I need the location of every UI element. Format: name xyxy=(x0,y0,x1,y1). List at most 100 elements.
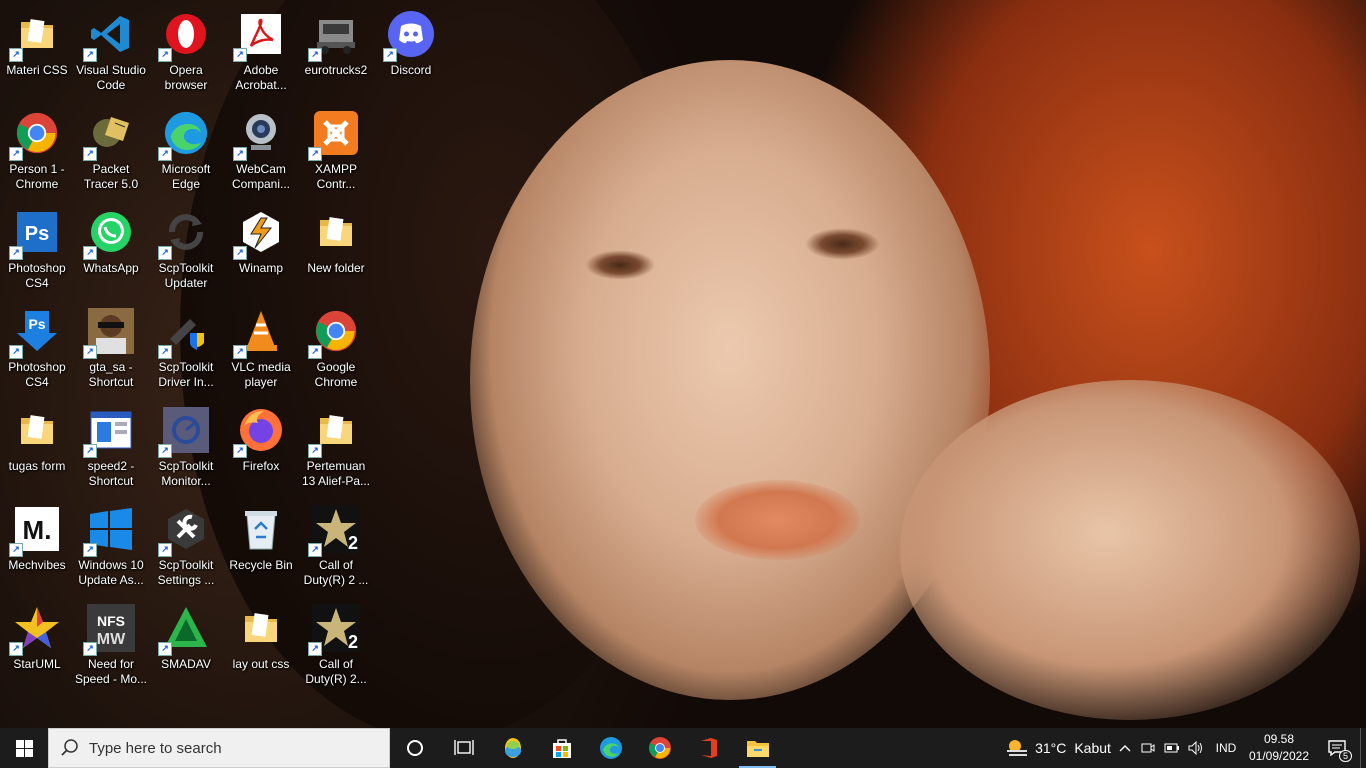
desktop-icon-adobe-acrobat[interactable]: ↗ Adobe Acrobat... xyxy=(224,4,298,100)
desktop-icon-label: ScpToolkit Driver In... xyxy=(158,360,214,389)
desktop-icon-call-of-duty-r-2[interactable]: 2 ↗ Call of Duty(R) 2... xyxy=(299,598,373,694)
smadav-icon: ↗ xyxy=(158,604,210,656)
desktop-icon-firefox[interactable]: ↗ Firefox xyxy=(224,400,298,496)
svg-text:2: 2 xyxy=(348,632,358,652)
desktop-icon-call-of-duty-r-2[interactable]: 2 ↗ Call of Duty(R) 2 ... xyxy=(299,499,373,595)
desktop-icon-label: speed2 - Shortcut xyxy=(87,459,135,488)
desktop-icon-pertemuan-13-alief-pa[interactable]: ↗ Pertemuan 13 Alief-Pa... xyxy=(299,400,373,496)
taskbar-paint[interactable] xyxy=(488,728,537,768)
taskbar-store[interactable] xyxy=(537,728,586,768)
task-view-button[interactable] xyxy=(439,728,488,768)
svg-text:MW: MW xyxy=(97,631,126,648)
taskbar-file-explorer[interactable] xyxy=(733,728,782,768)
cortana-icon xyxy=(406,740,423,756)
desktop-icon-xampp-contr[interactable]: ↗ XAMPP Contr... xyxy=(299,103,373,199)
desktop-icon-label: Recycle Bin xyxy=(229,558,293,572)
system-clock[interactable]: 09.58 01/09/2022 xyxy=(1244,728,1314,768)
opera-icon: ↗ xyxy=(158,10,210,62)
desktop-icon-materi-css[interactable]: ↗ Materi CSS xyxy=(0,4,74,100)
weather-widget[interactable]: 31°C Kabut xyxy=(1002,728,1114,768)
cortana-button[interactable] xyxy=(390,728,439,768)
desktop-icon-scptoolkit-settings[interactable]: ↗ ScpToolkit Settings ... xyxy=(149,499,223,595)
desktop-icon-speed2-shortcut[interactable]: ↗ speed2 - Shortcut xyxy=(74,400,148,496)
start-button[interactable] xyxy=(0,728,48,768)
desktop-icon-microsoft-edge[interactable]: ↗ Microsoft Edge xyxy=(149,103,223,199)
shortcut-arrow-icon: ↗ xyxy=(308,444,322,458)
desktop-icon-scptoolkit-monitor[interactable]: ↗ ScpToolkit Monitor... xyxy=(149,400,223,496)
desktop-icon-tugas-form[interactable]: tugas form xyxy=(0,400,74,496)
shortcut-arrow-icon: ↗ xyxy=(83,543,97,557)
discord-icon: ↗ xyxy=(383,10,435,62)
desktop-icon-mechvibes[interactable]: M. ↗ Mechvibes xyxy=(0,499,74,595)
action-center-button[interactable]: 5 xyxy=(1314,728,1360,768)
meet-now-icon xyxy=(1141,743,1155,753)
desktop-icon-opera-browser[interactable]: ↗ Opera browser xyxy=(149,4,223,100)
battery-icon xyxy=(1164,743,1179,753)
shortcut-arrow-icon: ↗ xyxy=(158,48,172,62)
show-desktop-button[interactable] xyxy=(1360,728,1366,768)
desktop-icon-visual-studio-code[interactable]: ↗ Visual Studio Code xyxy=(74,4,148,100)
desktop-icon-label: Adobe Acrobat... xyxy=(235,63,287,92)
desktop-icon-photoshop-cs4[interactable]: Ps ↗ Photoshop CS4 xyxy=(0,202,74,298)
tray-meet-now[interactable] xyxy=(1136,728,1160,768)
shortcut-arrow-icon: ↗ xyxy=(158,444,172,458)
shortcut-arrow-icon: ↗ xyxy=(83,444,97,458)
taskbar-edge[interactable] xyxy=(586,728,635,768)
tray-battery[interactable] xyxy=(1160,728,1184,768)
desktop-icon-google-chrome[interactable]: ↗ Google Chrome xyxy=(299,301,373,397)
vlc-icon: ↗ xyxy=(233,307,285,359)
cod-icon: 2 ↗ xyxy=(308,505,360,557)
task-view-icon xyxy=(453,740,474,755)
desktop-icon-winamp[interactable]: ↗ Winamp xyxy=(224,202,298,298)
shortcut-arrow-icon: ↗ xyxy=(233,48,247,62)
desktop-icon-recycle-bin[interactable]: Recycle Bin xyxy=(224,499,298,595)
svg-text:Ps: Ps xyxy=(28,316,45,332)
desktop-icon-webcam-compani[interactable]: ↗ WebCam Compani... xyxy=(224,103,298,199)
usb-shield-icon: ↗ xyxy=(158,307,210,359)
desktop-icon-label: eurotrucks2 xyxy=(304,63,368,77)
taskbar-chrome[interactable] xyxy=(635,728,684,768)
desktop-icon-staruml[interactable]: ↗ StarUML xyxy=(0,598,74,694)
tray-volume[interactable] xyxy=(1184,728,1208,768)
language-indicator[interactable]: IND xyxy=(1208,728,1244,768)
desktop-icon-label: Opera browser xyxy=(164,63,208,92)
desktop-icon-need-for-speed-mo[interactable]: NFS MW ↗ Need for Speed - Mo... xyxy=(74,598,148,694)
desktop-icon-label: tugas form xyxy=(8,459,66,473)
mechvibes-icon: M. ↗ xyxy=(9,505,61,557)
taskbar: Type here to search 31°C Kabut IND 09.58… xyxy=(0,728,1366,768)
shortcut-arrow-icon: ↗ xyxy=(308,147,322,161)
desktop-icon-person-1-chrome[interactable]: ↗ Person 1 - Chrome xyxy=(0,103,74,199)
desktop-icon-packet-tracer-5-0[interactable]: ↗ Packet Tracer 5.0 xyxy=(74,103,148,199)
desktop-icon-new-folder[interactable]: New folder xyxy=(299,202,373,298)
desktop-icon-scptoolkit-updater[interactable]: ↗ ScpToolkit Updater xyxy=(149,202,223,298)
desktop-icon-photoshop-cs4[interactable]: Ps ↗ Photoshop CS4 xyxy=(0,301,74,397)
webcam-icon: ↗ xyxy=(233,109,285,161)
desktop-icon-whatsapp[interactable]: ↗ WhatsApp xyxy=(74,202,148,298)
shortcut-arrow-icon: ↗ xyxy=(158,642,172,656)
search-placeholder: Type here to search xyxy=(89,739,222,757)
shortcut-arrow-icon: ↗ xyxy=(233,246,247,260)
shortcut-arrow-icon: ↗ xyxy=(9,48,23,62)
shortcut-arrow-icon: ↗ xyxy=(308,642,322,656)
desktop-icon-vlc-media-player[interactable]: ↗ VLC media player xyxy=(224,301,298,397)
desktop-icon-scptoolkit-driver-in[interactable]: ↗ ScpToolkit Driver In... xyxy=(149,301,223,397)
desktop-icon-lay-out-css[interactable]: lay out css xyxy=(224,598,298,694)
language-label: IND xyxy=(1215,741,1237,755)
desktop-icon-smadav[interactable]: ↗ SMADAV xyxy=(149,598,223,694)
clock-time: 09.58 xyxy=(1263,732,1295,746)
desktop-icon-label: Pertemuan 13 Alief-Pa... xyxy=(301,459,371,488)
desktop-icon-gta-sa-shortcut[interactable]: ↗ gta_sa - Shortcut xyxy=(74,301,148,397)
desktop-icon-windows-10-update-as[interactable]: ↗ Windows 10 Update As... xyxy=(74,499,148,595)
desktop-icon-label: Need for Speed - Mo... xyxy=(74,657,148,686)
chevron-up-icon xyxy=(1119,745,1131,752)
taskbar-office[interactable] xyxy=(684,728,733,768)
desktop-icon-discord[interactable]: ↗ Discord xyxy=(374,4,448,100)
photoshop-installer-icon: Ps ↗ xyxy=(9,307,61,359)
shortcut-arrow-icon: ↗ xyxy=(233,147,247,161)
cod-icon: 2 ↗ xyxy=(308,604,360,656)
show-hidden-icons-button[interactable] xyxy=(1114,728,1136,768)
shortcut-arrow-icon: ↗ xyxy=(308,345,322,359)
desktop-icon-eurotrucks2[interactable]: ↗ eurotrucks2 xyxy=(299,4,373,100)
taskbar-search-box[interactable]: Type here to search xyxy=(48,728,390,768)
windows-logo-icon xyxy=(15,739,33,757)
